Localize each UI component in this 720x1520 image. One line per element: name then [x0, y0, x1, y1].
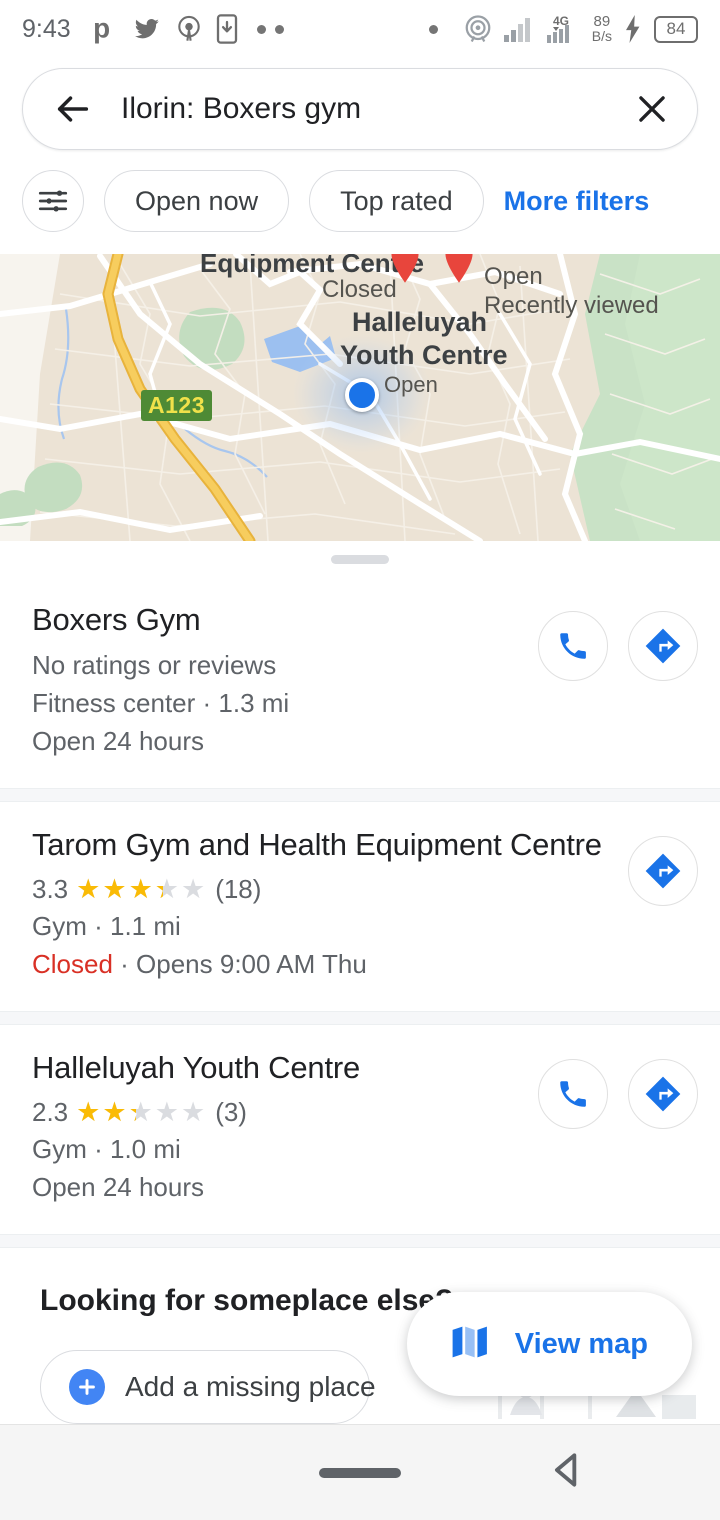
arrow-back-icon[interactable]: [53, 89, 93, 129]
list-divider: [0, 1011, 720, 1025]
blue-dot-icon: [345, 378, 379, 412]
result-hours: Open 24 hours: [32, 726, 205, 756]
star-rating-icon: ★★★★★ ★★★★★: [76, 1097, 208, 1127]
filter-chips-row: Open now Top rated More filters: [0, 150, 720, 254]
add-missing-place-button[interactable]: Add a missing place: [40, 1350, 376, 1424]
svg-text:p: p: [93, 14, 110, 44]
map-pin-icon[interactable]: [442, 254, 476, 284]
result-actions: [628, 824, 698, 906]
status-bar-time: 9:43: [22, 14, 71, 43]
result-rating-row: 3.3 ★★★★★ ★★★★★ (18): [32, 874, 614, 905]
list-divider: [0, 1234, 720, 1248]
result-review-count: (3): [215, 1097, 247, 1127]
call-icon[interactable]: [538, 611, 608, 681]
download-phone-icon: [216, 14, 238, 44]
add-missing-place-label: Add a missing place: [125, 1371, 376, 1402]
signal-4g-icon: 4G: [545, 14, 581, 44]
result-rating-value: 2.3: [32, 1097, 69, 1127]
result-actions: [538, 599, 698, 681]
signal-bars-icon: [503, 16, 534, 42]
plus-circle-icon: [69, 1369, 105, 1405]
broadcast-icon: [175, 15, 203, 43]
result-meta: Gym · 1.1 mi: [32, 911, 181, 941]
battery-indicator: 84: [654, 15, 698, 43]
result-review-count: (18): [215, 874, 262, 904]
home-pill-icon[interactable]: [319, 1467, 401, 1478]
result-title: Tarom Gym and Health Equipment Centre: [32, 827, 602, 862]
dot-icon: [428, 24, 438, 34]
status-bar-notification-icons: p: [93, 14, 284, 44]
list-item[interactable]: Boxers Gym No ratings or reviews Fitness…: [0, 577, 720, 788]
filter-chip-open-now[interactable]: Open now: [104, 170, 290, 232]
call-icon[interactable]: [538, 1059, 608, 1129]
more-filters-link[interactable]: More filters: [504, 186, 650, 217]
list-item[interactable]: Halleluyah Youth Centre 2.3 ★★★★★ ★★★★★ …: [0, 1025, 720, 1234]
result-title: Boxers Gym: [32, 602, 201, 637]
back-triangle-icon[interactable]: [545, 1448, 589, 1497]
status-bar-system-icons: 4G 89 B/s 84: [428, 14, 698, 44]
more-dots-icon: [256, 24, 284, 34]
result-actions: [538, 1047, 698, 1129]
filter-chip-top-rated[interactable]: Top rated: [309, 170, 484, 232]
search-bar[interactable]: Ilorin: Boxers gym: [22, 68, 698, 150]
directions-icon[interactable]: [628, 836, 698, 906]
view-map-label: View map: [514, 1327, 648, 1360]
directions-icon[interactable]: [628, 611, 698, 681]
result-status-closed: Closed: [32, 949, 113, 979]
result-rating-row: 2.3 ★★★★★ ★★★★★ (3): [32, 1097, 524, 1128]
search-bar-container: Ilorin: Boxers gym: [0, 58, 720, 150]
cast-icon: [463, 14, 493, 44]
status-bar: 9:43 p 4G 89 B/s 84: [0, 0, 720, 58]
result-title: Halleluyah Youth Centre: [32, 1050, 361, 1085]
p-icon: p: [93, 14, 119, 44]
map-pin-icon[interactable]: [388, 254, 422, 284]
result-opens-next: · Opens 9:00 AM Thu: [112, 949, 367, 979]
map-preview[interactable]: Equipment Centre Closed Open Recently vi…: [0, 254, 720, 541]
network-speed: 89 B/s: [592, 14, 612, 44]
star-rating-icon: ★★★★★ ★★★★★: [76, 874, 208, 904]
directions-icon[interactable]: [628, 1059, 698, 1129]
map-road-shield-a123: A123: [141, 390, 212, 421]
list-item[interactable]: Tarom Gym and Health Equipment Centre 3.…: [0, 802, 720, 1011]
network-speed-unit: B/s: [591, 28, 612, 44]
tune-filter-icon[interactable]: [22, 170, 84, 232]
charging-bolt-icon: [623, 15, 643, 43]
view-map-button[interactable]: View map: [406, 1292, 692, 1396]
result-hours: Closed · Opens 9:00 AM Thu: [32, 948, 614, 981]
result-rating-value: 3.3: [32, 874, 69, 904]
result-meta: Gym · 1.0 mi: [32, 1134, 181, 1164]
twitter-icon: [132, 16, 162, 42]
list-divider: [0, 788, 720, 802]
result-meta: Fitness center · 1.3 mi: [32, 688, 290, 718]
result-rating-text: No ratings or reviews: [32, 650, 277, 680]
search-input[interactable]: Ilorin: Boxers gym: [121, 92, 633, 126]
system-navigation-bar: [0, 1424, 720, 1520]
result-hours: Open 24 hours: [32, 1172, 205, 1202]
map-icon: [447, 1321, 489, 1368]
sheet-drag-handle[interactable]: [0, 541, 720, 577]
close-icon[interactable]: [633, 90, 671, 128]
